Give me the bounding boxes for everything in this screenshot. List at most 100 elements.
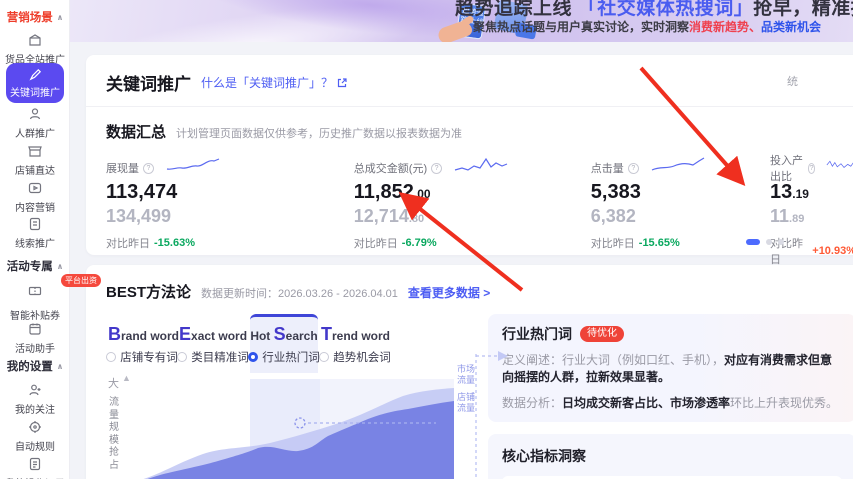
sidebar-item-neirong[interactable]: 内容营销 (0, 180, 70, 214)
sidebar-item-label: 自动规则 (15, 442, 55, 453)
sidebar-item-guanzhu[interactable]: 我的关注 (0, 382, 70, 416)
sidebar-section-activity[interactable]: 活动专属 ∧ (0, 258, 70, 274)
summary-header: 数据汇总 计划管理页面数据仅供参考，历史推广数据以报表数据为准 (86, 107, 853, 142)
tab-cn-label: 类目精准词 (191, 352, 249, 364)
play-video-icon (28, 182, 42, 194)
sidebar-item-renqun[interactable]: 人群推广 (0, 106, 70, 140)
sidebar-item-label: 智能补贴券 (10, 311, 60, 322)
metric-value-dec: .19 (792, 187, 809, 201)
sidebar-item-huodong[interactable]: 活动助手 (0, 321, 70, 355)
pagination-dot-active[interactable] (746, 239, 760, 245)
sidebar-item-caozuo[interactable]: 我的操作记录 (0, 456, 70, 479)
store-icon (28, 146, 42, 157)
best-title: BEST方法论 (106, 284, 192, 301)
change-value: +10.93% (812, 245, 853, 257)
help-circle-icon[interactable]: ? (431, 162, 443, 174)
sparkline-chart (826, 160, 853, 168)
tab-trend-word[interactable]: Trend word 趋势机会词 (319, 314, 391, 373)
tab-brand-word[interactable]: Brand word 店铺专有词 (106, 314, 180, 373)
sidebar-item-dianpu[interactable]: 店铺直达 (0, 143, 70, 177)
metric-clicks: 点击量 ? 5,383 6,382 对比昨日 -15.65% (590, 157, 770, 267)
area-chart-svg (143, 379, 454, 479)
headline-suffix: 抢早，精准捕捉 (753, 0, 853, 19)
sidebar-item-label: 我的操作记录 (5, 475, 65, 479)
sidebar-item-butie[interactable]: 平台出资 智能补贴券 (0, 274, 101, 322)
metric-value-dec: .00 (413, 187, 431, 201)
metric-roi: 投入产出比 ? 13.19 11.89 对比昨日 +10.93% (770, 155, 853, 267)
sidebar-item-quanzhan[interactable]: 货品全站推广 (0, 32, 70, 66)
help-circle-icon[interactable]: ? (143, 162, 154, 174)
chevron-up-icon: ∧ (56, 261, 64, 271)
pagination-dot[interactable] (778, 239, 784, 245)
chevron-up-icon: ∧ (56, 12, 64, 22)
sidebar-item-label: 线索推广 (15, 239, 55, 250)
tab-letter: T (321, 324, 332, 344)
metric-value: 13 (770, 181, 793, 203)
metric-prev-value: 12,714 (353, 206, 409, 226)
best-right-panel: 行业热门词 待优化 定义阐述：行业大词（例如口红、手机），对应有消费需求但意向摇… (457, 314, 853, 479)
metric-prev-value: 134,499 (106, 206, 172, 226)
sidebar-item-keyword-active[interactable]: 关键词推广 (6, 63, 64, 103)
person-icon (29, 108, 41, 120)
pagination-dot[interactable] (766, 239, 772, 245)
card-header: 关键词推广 什么是「关键词推广」？ 统 (86, 55, 853, 107)
banner-headline: 趋势追踪上线 「社交媒体热搜词」抢早，精准捕捉 (455, 0, 853, 20)
metrics-pagination (746, 239, 784, 245)
sidebar-item-guize[interactable]: 自动规则 (0, 419, 70, 453)
platform-funded-badge: 平台出资 (61, 274, 101, 287)
radio-unchecked[interactable] (177, 352, 188, 362)
data-analysis-gray-text: 环比上升表现优秀。 (730, 395, 839, 410)
help-circle-icon[interactable]: ? (627, 162, 639, 174)
metric-label: 总成交金额(元) (353, 163, 428, 175)
subline-red: 消费新趋势、 (689, 20, 762, 34)
best-chart-area: Brand word 店铺专有词 Exact word 类目精准词 Hot Se… (106, 314, 454, 479)
headline-highlight: 「社交媒体热搜词」 (577, 0, 754, 19)
tab-letter: B (108, 324, 121, 344)
tab-hot-search-selected[interactable]: Hot Search 行业热门词 (248, 314, 320, 373)
change-value: -15.65% (638, 237, 680, 249)
sidebar-item-label: 内容营销 (15, 203, 55, 214)
summary-title: 数据汇总 (106, 124, 167, 141)
metric-value: 113,474 (106, 181, 178, 203)
metric-impressions: 展现量 ? 113,474 134,499 对比昨日 -15.63% (106, 158, 354, 267)
radio-checked[interactable] (248, 352, 259, 362)
keyword-promotion-card: 关键词推广 什么是「关键词推广」？ 统 数据汇总 计划管理页面数据仅供参考，历史… (86, 55, 853, 266)
metric-prev-dec: .80 (408, 213, 425, 225)
metric-prev-value: 6,382 (590, 206, 636, 226)
subline-blue: 品类新机会 (761, 20, 822, 34)
target-icon (29, 421, 41, 433)
tab-exact-word[interactable]: Exact word 类目精准词 (177, 314, 249, 373)
tab-en-label: rend word (332, 329, 391, 343)
sparkline-chart (166, 158, 220, 170)
promo-banner[interactable]: 趋势追踪 上线 趋势追踪上线 「社交媒体热搜词」抢早，精准捕捉 聚焦热点话题与用… (70, 0, 853, 42)
calendar-icon (29, 323, 41, 335)
radio-unchecked[interactable] (319, 352, 330, 362)
metric-gmv: 总成交金额(元) ? 11,852.00 12,714.80 对比昨日 -6.79… (353, 157, 591, 267)
radio-unchecked[interactable] (106, 352, 117, 362)
shop-traffic-label: 店铺流量 (457, 392, 476, 413)
person-follow-icon (29, 384, 41, 396)
traffic-area-chart: 大 ▲ 流量规模抢占 (106, 373, 454, 479)
section-label: 我的设置 (6, 361, 53, 373)
page-title: 关键词推广 (106, 75, 191, 94)
view-more-data-link[interactable]: 查看更多数据 > (408, 284, 490, 301)
best-tabs: Brand word 店铺专有词 Exact word 类目精准词 Hot Se… (106, 314, 454, 373)
coupon-icon (28, 286, 42, 296)
what-is-keyword-link[interactable]: 什么是「关键词推广」？ (201, 74, 348, 91)
tab-en-label: Hot (250, 329, 274, 343)
tab-en-label: rand word (121, 329, 180, 343)
clipped-right-text: 统 (787, 76, 798, 88)
sparkline-chart (454, 157, 508, 171)
metric-prev-dec: .89 (789, 213, 805, 225)
external-link-icon (337, 77, 347, 87)
market-traffic-label: 市场流量 (457, 364, 476, 385)
sidebar-item-xiansuo[interactable]: 线索推广 (0, 216, 70, 250)
metric-value: 11,852 (353, 181, 414, 203)
help-circle-icon[interactable]: ? (807, 162, 816, 174)
help-link-label: 什么是「关键词推广」？ (201, 76, 334, 90)
sidebar-section-settings[interactable]: 我的设置 ∧ (0, 358, 70, 374)
data-analysis-label: 数据分析： (502, 395, 563, 410)
sidebar-section-marketing[interactable]: 营销场景 ∧ (0, 9, 70, 25)
chevron-up-icon: ∧ (56, 361, 64, 371)
document-icon (29, 217, 41, 231)
